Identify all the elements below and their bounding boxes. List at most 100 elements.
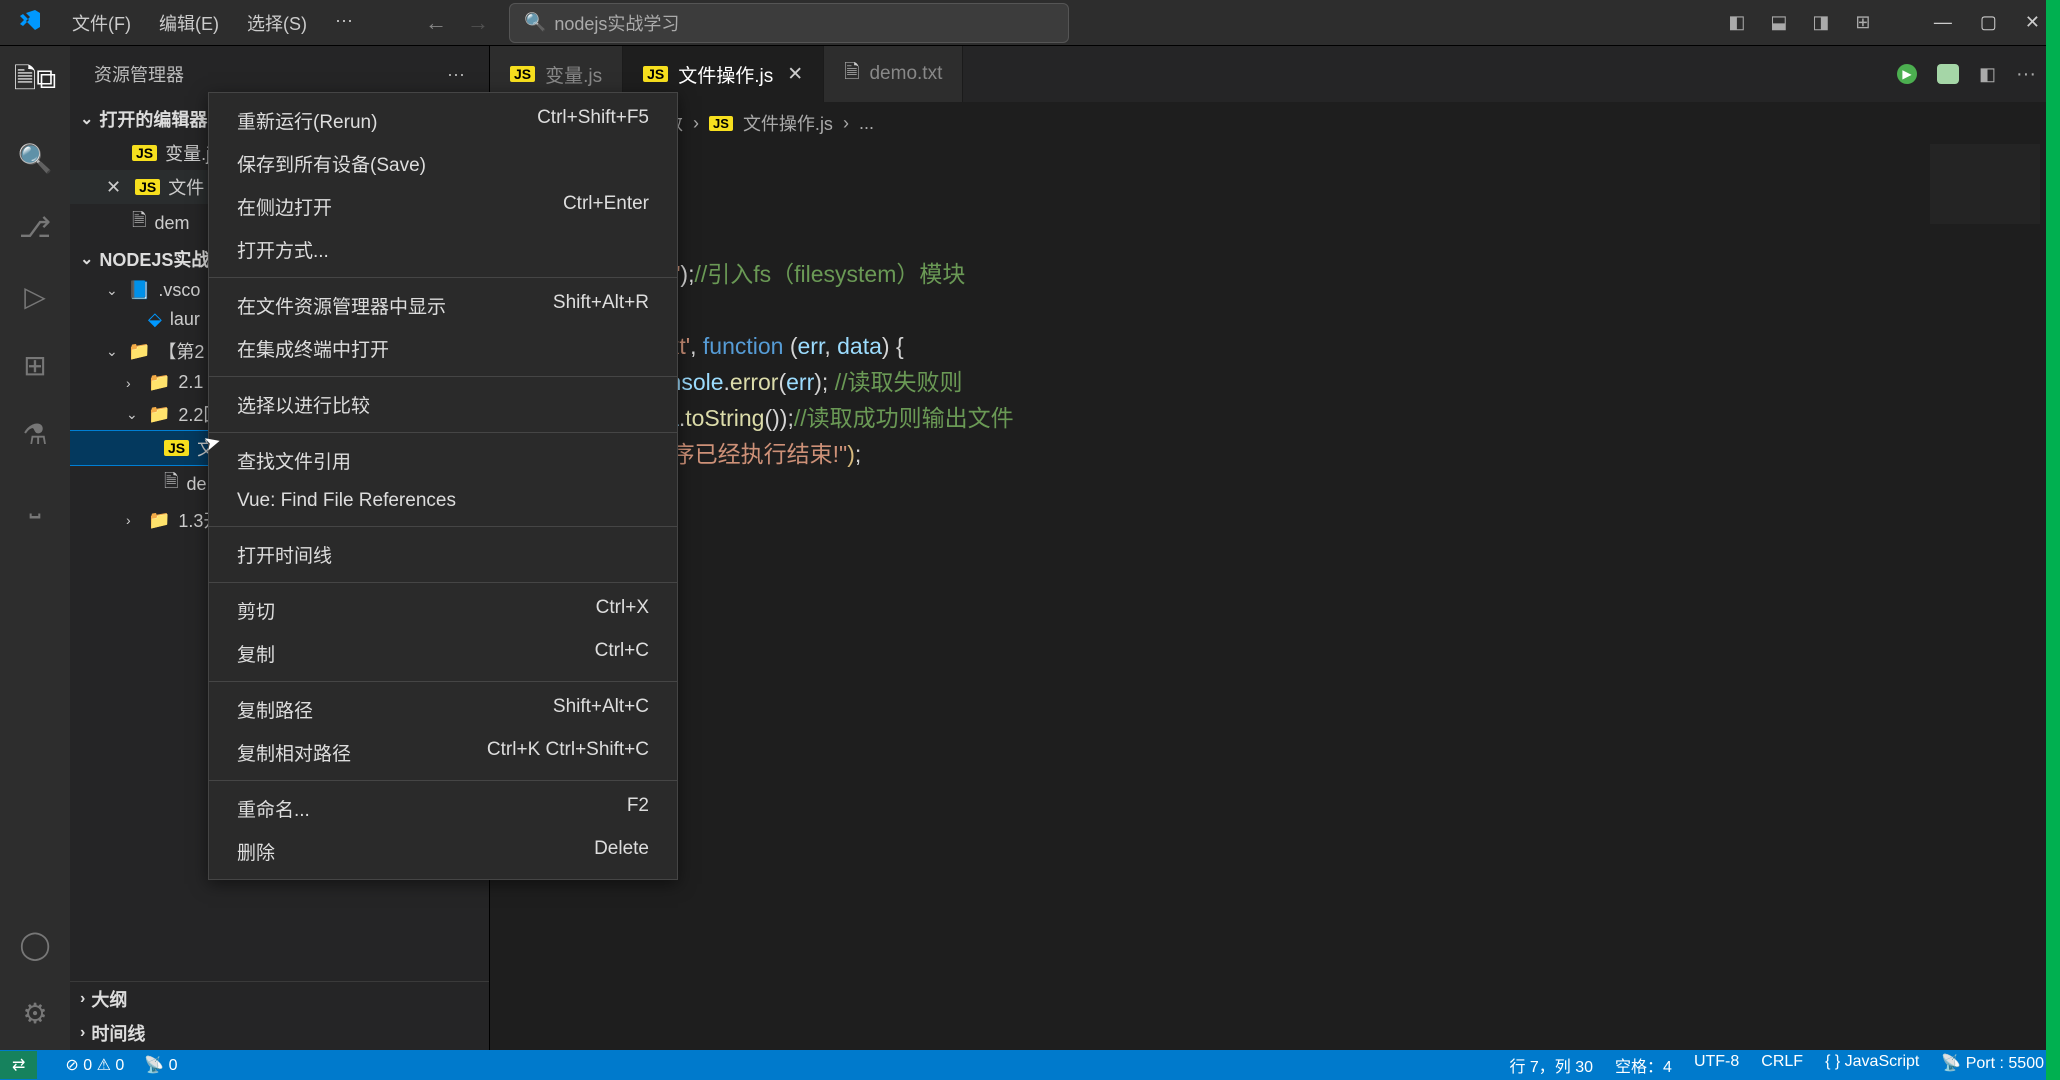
js-badge-icon: JS xyxy=(510,66,535,82)
menu-edit[interactable]: 编辑(E) xyxy=(147,4,231,42)
menu-shortcut: Shift+Alt+R xyxy=(553,292,649,319)
menu-file[interactable]: 文件(F) xyxy=(60,4,143,42)
green-border xyxy=(2046,0,2060,1080)
menu-separator xyxy=(209,681,677,682)
minimap[interactable] xyxy=(1930,144,2040,224)
context-menu-item[interactable]: 打开时间线 xyxy=(209,533,677,576)
menu-label: 在侧边打开 xyxy=(237,193,332,220)
run-button-icon[interactable]: ▶ xyxy=(1897,64,1917,84)
menu-separator xyxy=(209,432,677,433)
menu-separator xyxy=(209,526,677,527)
explorer-icon[interactable]: 🗎⧉ xyxy=(14,58,57,106)
status-spaces[interactable]: 空格：4 xyxy=(1615,1053,1672,1077)
breadcrumb[interactable]: 基础】 › 2.2回调函数 › JS 文件操作.js › ... xyxy=(490,102,2060,144)
timeline-header[interactable]: › 时间线 xyxy=(70,1016,489,1050)
activitybar: 🗎⧉ 🔍 ⎇ ▷ ⊞ ⚗ ⎵ ◯ ⚙ xyxy=(0,46,70,1050)
source-control-icon[interactable]: ⎇ xyxy=(19,211,51,244)
status-ports[interactable]: 📡 0 xyxy=(144,1055,177,1075)
vscode-icon: ⬙ xyxy=(148,309,162,330)
split-editor-icon[interactable]: ◧ xyxy=(1979,64,1996,85)
minimize-icon[interactable]: — xyxy=(1934,12,1952,33)
layout-panel-right-icon[interactable]: ◨ xyxy=(1810,12,1832,34)
menu-label: 打开时间线 xyxy=(237,541,332,568)
context-menu-item[interactable]: 查找文件引用 xyxy=(209,439,677,482)
tab-label: 变量.js xyxy=(545,61,602,88)
context-menu-item[interactable]: 在侧边打开Ctrl+Enter xyxy=(209,185,677,228)
nav-forward-icon[interactable]: → xyxy=(467,10,489,36)
tab-more-icon[interactable]: ··· xyxy=(2016,63,2036,86)
folder-icon: 📁 xyxy=(148,372,170,393)
editor-area: JS变量.jsJS文件操作.js✕🗎demo.txt ▶ ◧ ··· 基础】 ›… xyxy=(490,46,2060,1050)
bot-icon[interactable] xyxy=(1937,64,1959,84)
close-tab-icon[interactable]: ✕ xyxy=(787,63,803,86)
chevron-icon: ⌄ xyxy=(106,343,120,360)
folder-icon: 📁 xyxy=(148,510,170,531)
nav-back-icon[interactable]: ← xyxy=(425,10,447,36)
menu-label: 重新运行(Rerun) xyxy=(237,107,377,134)
file-icon: 🗎 xyxy=(132,208,146,238)
settings-gear-icon[interactable]: ⚙ xyxy=(22,997,47,1030)
status-errors[interactable]: ⊘ 0 ⚠ 0 xyxy=(65,1055,124,1075)
outline-header[interactable]: › 大纲 xyxy=(70,982,489,1016)
chevron-right-icon: › xyxy=(80,1024,85,1042)
maximize-icon[interactable]: ▢ xyxy=(1980,12,1997,33)
context-menu-item[interactable]: 在集成终端中打开 xyxy=(209,327,677,370)
testing-icon[interactable]: ⚗ xyxy=(22,418,47,451)
chevron-down-icon: ⌄ xyxy=(80,249,93,269)
context-menu-item[interactable]: 打开方式... xyxy=(209,228,677,271)
layout-panel-left-icon[interactable]: ◧ xyxy=(1726,12,1748,34)
status-encoding[interactable]: UTF-8 xyxy=(1694,1053,1739,1077)
chevron-icon: ⌄ xyxy=(106,282,120,299)
menu-label: 打开方式... xyxy=(237,236,329,263)
menu-shortcut: F2 xyxy=(627,795,649,822)
context-menu-item[interactable]: 重命名...F2 xyxy=(209,787,677,830)
context-menu-item[interactable]: Vue: Find File References xyxy=(209,482,677,520)
menubar: 文件(F) 编辑(E) 选择(S) ··· xyxy=(60,4,365,42)
run-debug-icon[interactable]: ▷ xyxy=(24,280,46,313)
folder-icon: 📁 xyxy=(148,404,170,425)
extensions-icon[interactable]: ⊞ xyxy=(23,349,46,382)
status-port[interactable]: 📡 Port : 5500 xyxy=(1941,1053,2044,1077)
status-line-col[interactable]: 行 7，列 30 xyxy=(1509,1053,1593,1077)
menu-more[interactable]: ··· xyxy=(323,4,365,42)
menu-label: 复制 xyxy=(237,640,275,667)
close-icon[interactable]: ✕ xyxy=(106,177,121,198)
file-label: 【第2 xyxy=(158,338,204,364)
menu-shortcut: Ctrl+X xyxy=(596,597,649,624)
menu-label: 剪切 xyxy=(237,597,275,624)
file-label: 2.1 xyxy=(178,372,203,393)
search-activity-icon[interactable]: 🔍 xyxy=(18,142,53,175)
menu-separator xyxy=(209,376,677,377)
context-menu-item[interactable]: 剪切 Ctrl+X xyxy=(209,589,677,632)
context-menu-item[interactable]: 保存到所有设备(Save) xyxy=(209,142,677,185)
menu-select[interactable]: 选择(S) xyxy=(235,4,319,42)
chevron-icon: › xyxy=(126,512,140,528)
account-icon[interactable]: ◯ xyxy=(19,928,50,961)
close-window-icon[interactable]: ✕ xyxy=(2025,12,2040,33)
context-menu-item[interactable]: 选择以进行比较 xyxy=(209,383,677,426)
terminal-icon[interactable]: ⎵ xyxy=(29,487,40,520)
js-badge-icon: JS xyxy=(135,179,160,195)
menu-label: 选择以进行比较 xyxy=(237,391,370,418)
sidebar-more-icon[interactable]: ··· xyxy=(447,64,465,85)
context-menu-item[interactable]: 复制相对路径Ctrl+K Ctrl+Shift+C xyxy=(209,731,677,774)
file-label: de xyxy=(186,474,206,495)
file-icon: 🗎 xyxy=(844,58,859,90)
layout-panel-bottom-icon[interactable]: ⬓ xyxy=(1768,12,1790,34)
context-menu-item[interactable]: 复制路径Shift+Alt+C xyxy=(209,688,677,731)
context-menu-item[interactable]: 重新运行(Rerun)Ctrl+Shift+F5 xyxy=(209,99,677,142)
code-editor[interactable]: t fs = require("fs");//引入fs（filesystem）模… xyxy=(490,144,2060,1050)
menu-separator xyxy=(209,277,677,278)
layout-customize-icon[interactable]: ⊞ xyxy=(1852,12,1874,34)
context-menu-item[interactable]: 删除Delete xyxy=(209,830,677,873)
vscode-logo-icon xyxy=(18,8,42,37)
search-icon: 🔍 xyxy=(524,12,546,33)
remote-indicator[interactable]: ⇄ xyxy=(0,1051,37,1079)
status-eol[interactable]: CRLF xyxy=(1761,1053,1803,1077)
command-center[interactable]: 🔍 nodejs实战学习 xyxy=(509,3,1069,43)
editor-tab[interactable]: 🗎demo.txt xyxy=(824,46,963,102)
context-menu-item[interactable]: 在文件资源管理器中显示Shift+Alt+R xyxy=(209,284,677,327)
status-lang[interactable]: { } JavaScript xyxy=(1825,1053,1919,1077)
js-badge-icon: JS xyxy=(709,116,733,131)
context-menu-item[interactable]: 复制Ctrl+C xyxy=(209,632,677,675)
